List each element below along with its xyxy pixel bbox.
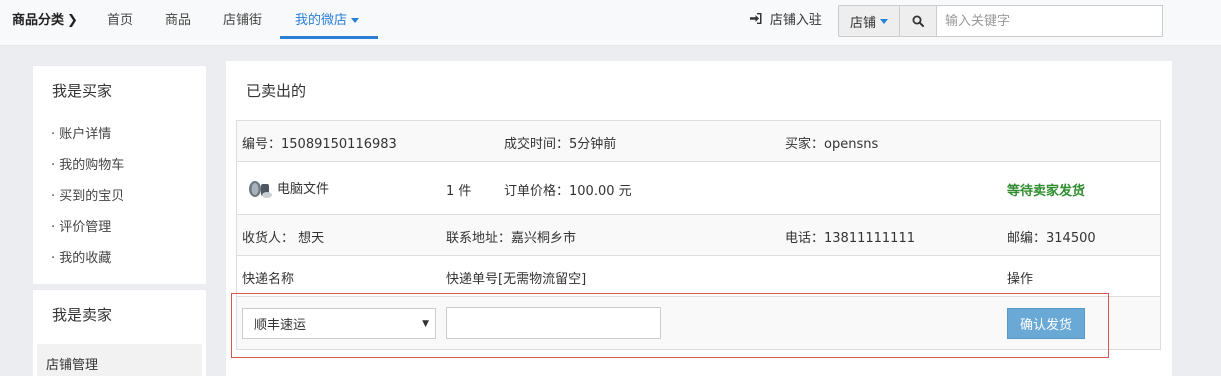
highlight-box [231,293,1109,358]
category-menu[interactable]: 商品分类 ❯ [12,9,78,28]
receiver-address: 联系地址：嘉兴桐乡市 [446,231,577,246]
nav-home[interactable]: 首页 [107,9,133,28]
nav-my-shop[interactable]: 我的微店 [295,9,360,28]
sidebar-item-label: 店铺管理 [46,358,99,373]
top-navbar: 商品分类 ❯ 首页 商品 店铺街 我的微店 店铺入驻 店铺 [0,0,1221,46]
product-name[interactable]: 电脑文件 [277,178,329,197]
shop-join-label: 店铺入驻 [769,13,822,28]
buyer-name: 买家：opensns [785,137,879,152]
shipping-header-row: 快递名称 快递单号[无需物流留空] 操作 [237,256,1160,297]
page-title: 已卖出的 [246,82,307,100]
sidebar-item-purchased[interactable]: · 买到的宝贝 [51,185,124,204]
sidebar-item-reviews[interactable]: · 评价管理 [51,216,111,235]
sidebar-item-favorites[interactable]: · 我的收藏 [51,247,111,266]
sidebar-item-account[interactable]: · 账户详情 [51,123,111,142]
deal-time: 成交时间：5分钟前 [504,137,617,152]
receiver-row: 收货人： 想天 联系地址：嘉兴桐乡市 电话：13811111111 邮编：314… [237,215,1160,256]
receiver-name: 收货人： 想天 [242,231,325,246]
caret-down-icon [351,18,360,23]
order-product-row: 电脑文件 1 件 订单价格：100.00 元 等待卖家发货 [237,162,1160,215]
search-scope-label: 店铺 [849,15,876,31]
chevron-right-icon: ❯ [67,13,78,28]
sidebar-buyer-panel: 我是买家 · 账户详情 · 我的购物车 · 买到的宝贝 · 评价管理 · 我的收… [33,66,206,284]
order-price: 订单价格：100.00 元 [504,184,632,199]
caret-down-icon [880,18,888,24]
tracking-header: 快递单号[无需物流留空] [446,272,587,287]
courier-header: 快递名称 [242,272,295,287]
search-icon [912,15,924,27]
product-thumbnail-icon [249,181,272,198]
nav-shop-street[interactable]: 店铺街 [223,9,262,28]
search-button[interactable] [900,5,937,37]
order-number: 编号：15089150116983 [242,137,397,152]
category-label: 商品分类 [12,13,65,28]
sidebar-buyer-title: 我是买家 [52,82,113,100]
active-tab-indicator [280,36,378,39]
nav-my-shop-label: 我的微店 [295,13,348,28]
sidebar-item-shop-manage[interactable]: 店铺管理 [37,344,202,376]
order-status: 等待卖家发货 [1007,184,1086,199]
search-group: 店铺 [838,5,1163,37]
sidebar-seller-title: 我是卖家 [52,306,113,324]
product-quantity: 1 件 [446,184,472,199]
action-header: 操作 [1007,272,1034,287]
search-scope-dropdown[interactable]: 店铺 [838,5,900,37]
receiver-zip: 邮编：314500 [1007,231,1096,246]
order-header-row: 编号：15089150116983 成交时间：5分钟前 买家：opensns [237,121,1160,162]
sidebar-item-cart[interactable]: · 我的购物车 [51,154,124,173]
sidebar-seller-panel: 我是卖家 店铺管理 [33,290,206,376]
search-input[interactable] [937,5,1163,37]
shop-join-link[interactable]: 店铺入驻 [750,9,822,28]
sign-in-icon [750,13,766,27]
nav-products[interactable]: 商品 [165,9,191,28]
receiver-phone: 电话：13811111111 [785,231,915,246]
